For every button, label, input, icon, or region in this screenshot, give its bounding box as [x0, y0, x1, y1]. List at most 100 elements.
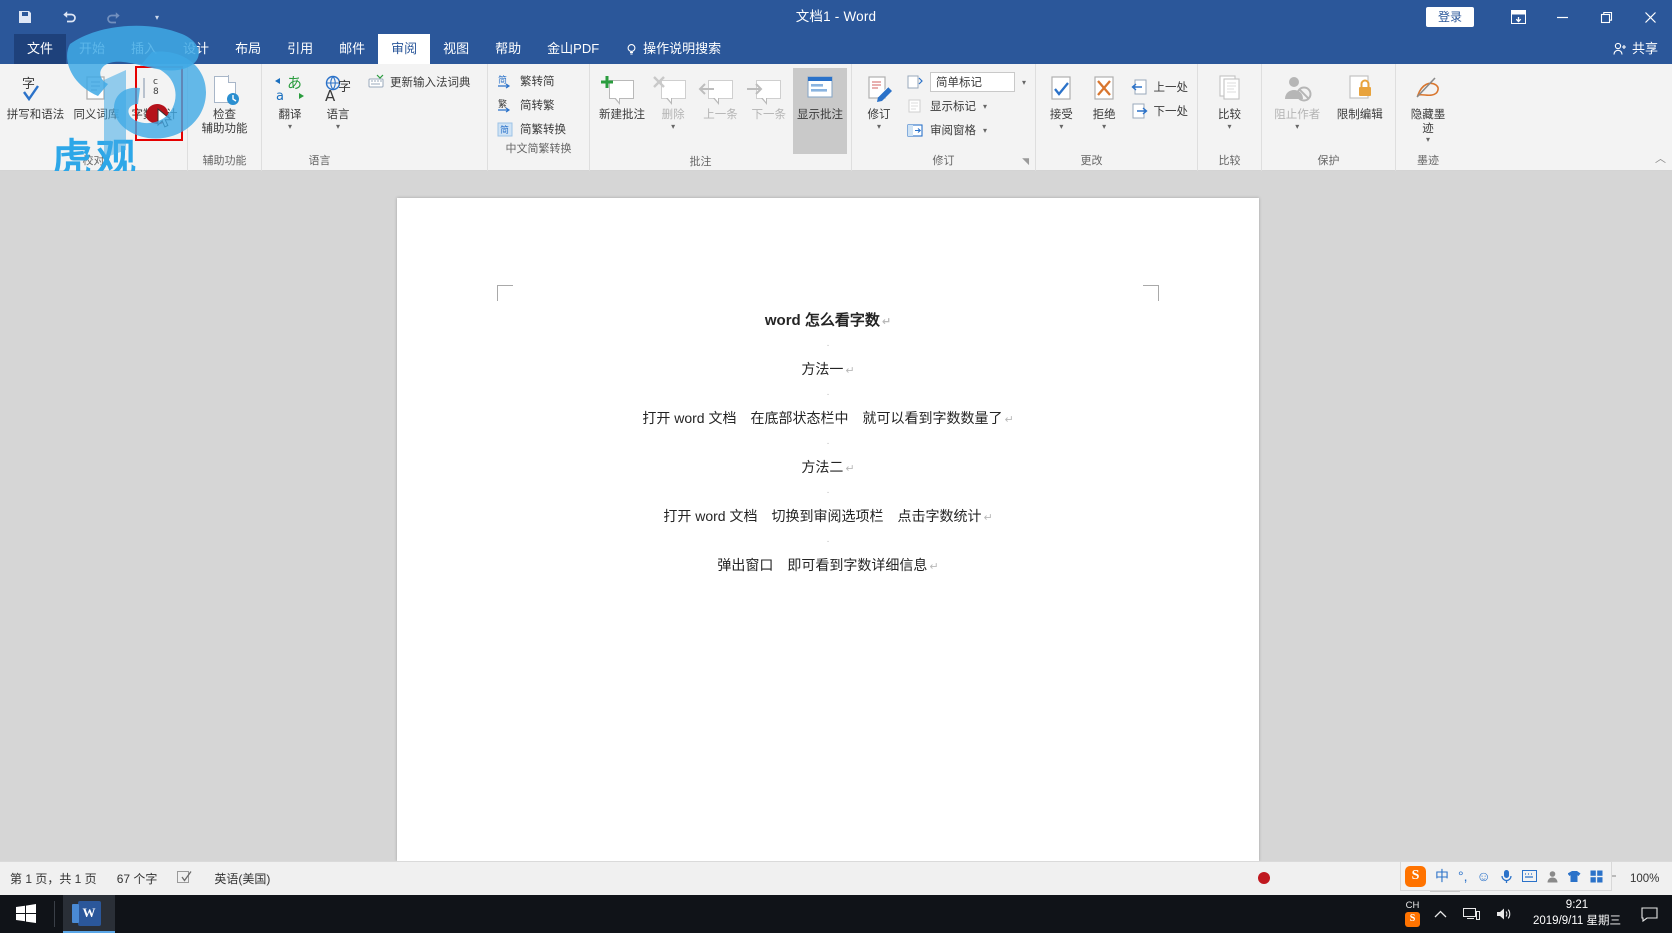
- tab-file[interactable]: 文件: [14, 34, 67, 64]
- hide-ink-button[interactable]: 隐藏墨 迹 ▾: [1400, 68, 1456, 144]
- ribbon-display-options-icon[interactable]: [1496, 0, 1540, 34]
- markup-display-dropdown[interactable]: 简单标记 ▾: [902, 71, 1031, 93]
- spelling-grammar-button[interactable]: 字 拼写和语法: [4, 68, 67, 123]
- spelling-grammar-icon: 字: [20, 72, 50, 106]
- restore-button[interactable]: [1584, 0, 1628, 34]
- translate-dropdown-caret[interactable]: ▾: [288, 122, 292, 130]
- tab-insert[interactable]: 插入: [118, 34, 170, 64]
- previous-comment-button[interactable]: 上一条: [696, 68, 744, 123]
- sogou-ime-toolbar[interactable]: S 中 °, ☺: [1400, 861, 1612, 891]
- reviewing-pane-caret-icon[interactable]: ▾: [983, 126, 987, 135]
- document-canvas[interactable]: word 怎么看字数 ↵ · 方法一 ↵ · 打开 word 文档 在底部状态栏中 …: [0, 171, 1672, 861]
- user-icon[interactable]: [1546, 870, 1559, 883]
- network-icon[interactable]: [1455, 895, 1488, 933]
- collapse-ribbon-icon[interactable]: ︿: [1655, 150, 1666, 166]
- block-authors-dropdown-caret[interactable]: ▾: [1295, 122, 1299, 130]
- clock-date: 2019/9/11 星期三: [1532, 915, 1621, 927]
- reject-dropdown-caret[interactable]: ▾: [1102, 122, 1106, 130]
- language-status[interactable]: 英语(美国): [214, 870, 270, 887]
- proofing-errors-icon[interactable]: [177, 870, 194, 888]
- translate-button[interactable]: aあ 翻译 ▾: [266, 68, 314, 130]
- language-dropdown-caret[interactable]: ▾: [336, 122, 340, 130]
- soft-keyboard-icon[interactable]: [1521, 870, 1537, 882]
- document-page[interactable]: word 怎么看字数 ↵ · 方法一 ↵ · 打开 word 文档 在底部状态栏中 …: [397, 198, 1259, 861]
- show-markup-caret-icon[interactable]: ▾: [983, 102, 987, 111]
- emoji-icon[interactable]: ☺: [1477, 868, 1491, 884]
- update-ime-dictionary-button[interactable]: 更新输入法词典: [362, 71, 476, 93]
- show-comments-button[interactable]: 显示批注: [792, 68, 847, 154]
- status-bar-left: 第 1 页，共 1 页 67 个字 英语(美国): [0, 870, 270, 888]
- next-change-button[interactable]: 下一处: [1126, 100, 1194, 122]
- language-button[interactable]: A字 语言 ▾: [314, 68, 362, 130]
- ime-mode-chinese[interactable]: 中: [1435, 866, 1449, 886]
- windows-start-icon[interactable]: [0, 895, 52, 933]
- accept-button[interactable]: 接受 ▾: [1040, 68, 1083, 130]
- check-accessibility-button[interactable]: 检查 辅助功能: [194, 68, 256, 136]
- tab-mailings[interactable]: 邮件: [326, 34, 378, 64]
- sign-in-button[interactable]: 登录: [1425, 6, 1474, 28]
- tab-view[interactable]: 视图: [430, 34, 482, 64]
- tab-home[interactable]: 开始: [66, 34, 118, 64]
- share-button[interactable]: 共享: [1613, 34, 1658, 64]
- tray-ime-indicator[interactable]: CH S: [1399, 895, 1426, 933]
- delete-comment-dropdown-caret[interactable]: ▾: [671, 122, 675, 130]
- action-center-icon[interactable]: [1633, 895, 1672, 933]
- document-body[interactable]: word 怎么看字数 ↵ · 方法一 ↵ · 打开 word 文档 在底部状态栏中 …: [397, 308, 1259, 580]
- next-comment-icon: [747, 72, 782, 106]
- taskbar-item-word[interactable]: W: [63, 895, 115, 933]
- new-comment-button[interactable]: 新建批注: [594, 68, 650, 123]
- reject-button[interactable]: 拒绝 ▾: [1083, 68, 1126, 130]
- track-changes-dropdown-caret[interactable]: ▾: [877, 122, 881, 130]
- tab-design[interactable]: 设计: [170, 34, 222, 64]
- reviewing-pane-icon: [907, 121, 925, 139]
- track-changes-button[interactable]: 修订 ▾: [856, 68, 902, 130]
- delete-comment-button[interactable]: 删除 ▾: [650, 68, 696, 130]
- compare-dropdown-caret[interactable]: ▾: [1227, 122, 1231, 130]
- thesaurus-button[interactable]: 同义词库: [67, 68, 126, 123]
- group-label-protect: 保护: [1317, 155, 1340, 167]
- show-markup-icon: [907, 97, 925, 115]
- simplified-traditional-convert-button[interactable]: 简 简繁转换: [492, 118, 585, 140]
- restrict-editing-button[interactable]: 限制编辑: [1329, 68, 1392, 123]
- translate-label: 翻译: [278, 109, 302, 121]
- reject-icon: [1090, 72, 1118, 106]
- zoom-level-label[interactable]: 100%: [1630, 873, 1664, 885]
- show-hidden-icons-chevron-icon[interactable]: [1426, 895, 1455, 933]
- tray-sogou-icon: S: [1404, 911, 1420, 927]
- taskbar-clock[interactable]: 9:21 2019/9/11 星期三: [1521, 898, 1633, 929]
- skin-icon[interactable]: [1567, 870, 1581, 883]
- voice-input-icon[interactable]: [1500, 869, 1513, 884]
- traditional-to-simplified-button[interactable]: 简 繁转简: [492, 70, 585, 92]
- compare-button[interactable]: 比较 ▾: [1202, 68, 1257, 130]
- windows-taskbar: W CH S 9:21 2019/9/11 星期三: [0, 895, 1672, 933]
- word-count-status[interactable]: 67 个字: [117, 870, 158, 887]
- system-tray: CH S 9:21 2019/9/11 星期三: [1399, 895, 1672, 933]
- show-markup-button[interactable]: 显示标记 ▾: [902, 95, 1031, 117]
- minimize-button[interactable]: [1540, 0, 1584, 34]
- sogou-logo-icon[interactable]: S: [1405, 865, 1426, 887]
- tab-layout[interactable]: 布局: [222, 34, 274, 64]
- simplified-to-traditional-button[interactable]: 繁 简转繁: [492, 94, 585, 116]
- tab-references[interactable]: 引用: [274, 34, 326, 64]
- block-authors-button[interactable]: 阻止作者 ▾: [1266, 68, 1329, 130]
- next-comment-button[interactable]: 下一条: [745, 68, 793, 123]
- reviewing-pane-button[interactable]: 审阅窗格 ▾: [902, 119, 1031, 141]
- toolbox-icon[interactable]: [1590, 870, 1603, 883]
- spelling-grammar-label: 拼写和语法: [6, 109, 65, 121]
- update-ime-dictionary-label: 更新输入法词典: [390, 77, 471, 89]
- volume-icon[interactable]: [1488, 895, 1521, 933]
- tab-review[interactable]: 审阅: [378, 34, 431, 64]
- tell-me-search[interactable]: 操作说明搜索: [612, 34, 734, 64]
- traditional-toggle-icon[interactable]: °,: [1458, 868, 1468, 884]
- tab-help[interactable]: 帮助: [482, 34, 534, 64]
- hide-ink-dropdown-caret[interactable]: ▾: [1426, 136, 1430, 144]
- markup-display-caret-icon[interactable]: ▾: [1022, 78, 1026, 87]
- word-count-icon: c8: [140, 72, 168, 106]
- page-number-status[interactable]: 第 1 页，共 1 页: [10, 870, 97, 887]
- hide-ink-icon: [1413, 72, 1443, 106]
- doc-line-4-text: 打开 word 文档 在底部状态栏中 就可以看到字数数量了: [642, 410, 1003, 426]
- close-button[interactable]: [1628, 0, 1672, 34]
- previous-change-button[interactable]: 上一处: [1126, 76, 1194, 98]
- tab-kingsoft-pdf[interactable]: 金山PDF: [534, 34, 612, 64]
- accept-dropdown-caret[interactable]: ▾: [1059, 122, 1063, 130]
